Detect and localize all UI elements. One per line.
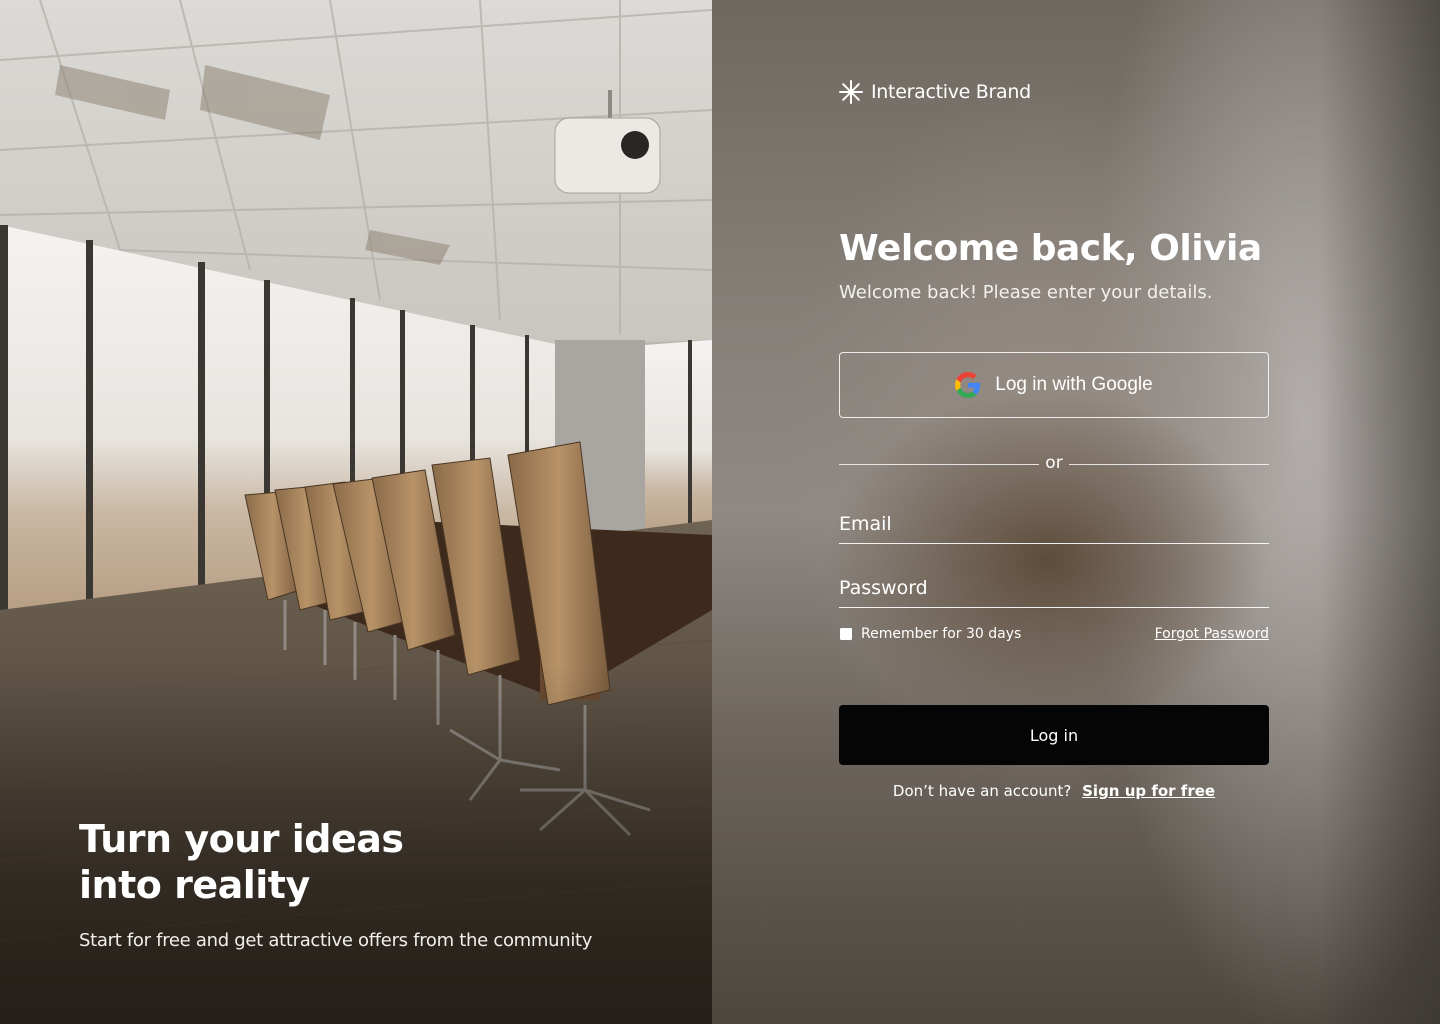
signup-prompt-text: Don’t have an account? (892, 782, 1072, 800)
password-field-wrapper (839, 564, 1269, 608)
page-subtitle: Welcome back! Please enter your details. (839, 282, 1213, 303)
remember-checkbox[interactable] (839, 627, 853, 641)
password-input[interactable] (839, 564, 1269, 607)
hero-subtitle: Start for free and get attractive offers… (79, 930, 593, 951)
asterisk-icon (839, 80, 863, 104)
hero-title-line-1: Turn your ideas (79, 817, 404, 861)
remember-label: Remember for 30 days (861, 626, 1022, 642)
brand-name: Interactive Brand (871, 81, 1031, 103)
brand-logo: Interactive Brand (839, 80, 1031, 104)
google-login-button[interactable]: Log in with Google (839, 352, 1269, 418)
hero-title: Turn your ideas into reality (79, 816, 499, 908)
hero-panel: Turn your ideas into reality Start for f… (0, 0, 712, 1024)
forgot-password-link[interactable]: Forgot Password (1155, 626, 1269, 642)
google-icon (955, 372, 981, 398)
google-login-label: Log in with Google (995, 374, 1153, 395)
login-panel: Interactive Brand Welcome back, Olivia W… (712, 0, 1440, 1024)
hero-title-line-2: into reality (79, 863, 310, 907)
panel-edge-shade (1320, 0, 1440, 1024)
signup-prompt: Don’t have an account? Sign up for free (839, 782, 1269, 800)
page-title: Welcome back, Olivia (839, 228, 1262, 269)
login-button[interactable]: Log in (839, 705, 1269, 765)
email-field-wrapper (839, 500, 1269, 544)
divider-text: or (1045, 453, 1063, 473)
signup-link[interactable]: Sign up for free (1082, 782, 1215, 800)
or-divider: or (839, 452, 1269, 476)
email-input[interactable] (839, 500, 1269, 543)
remember-me[interactable]: Remember for 30 days (839, 626, 1021, 642)
